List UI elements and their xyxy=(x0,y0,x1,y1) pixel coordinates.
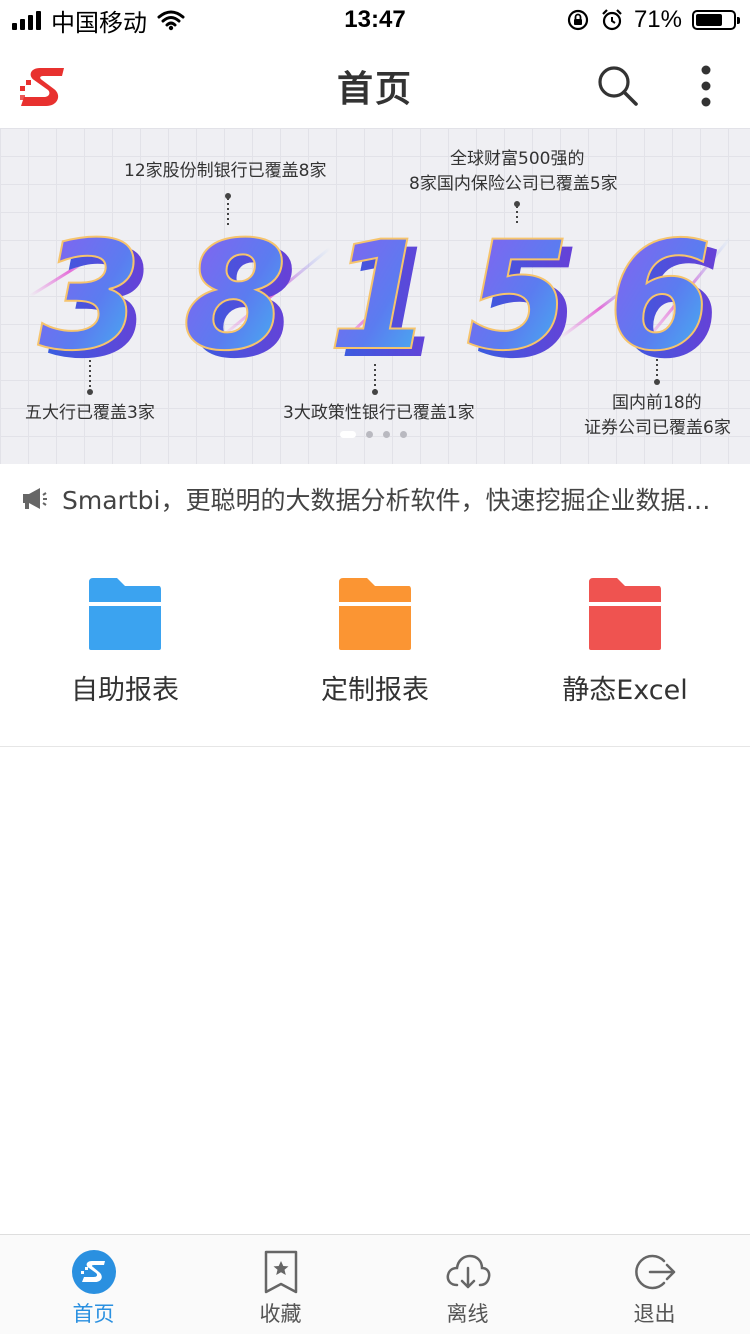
shortcut-static-excel[interactable]: 静态Excel xyxy=(500,570,750,720)
wifi-icon xyxy=(157,10,185,31)
banner-caption: 12家股份制银行已覆盖8家 xyxy=(124,161,327,181)
banner-carousel[interactable]: 3 3 8 8 1 1 5 5 6 6 12家股份制银行已覆盖8家 全球财富50… xyxy=(0,128,750,464)
tab-label: 退出 xyxy=(633,1302,676,1326)
carrier-label: 中国移动 xyxy=(51,9,147,37)
status-left: 中国移动 xyxy=(0,3,185,38)
status-right: 71% xyxy=(566,6,750,34)
home-logo-icon xyxy=(71,1250,116,1294)
banner-digit-1: 1 1 xyxy=(327,209,442,392)
alarm-icon xyxy=(602,9,622,31)
tab-bar: 首页 收藏 离线 退出 xyxy=(0,1234,750,1334)
carousel-dot[interactable] xyxy=(400,431,407,438)
banner-digit-5: 5 5 xyxy=(465,209,580,392)
tab-label: 收藏 xyxy=(259,1302,302,1326)
svg-text:3: 3 xyxy=(38,210,142,384)
megaphone-icon xyxy=(23,488,47,509)
folder-icon xyxy=(589,578,661,650)
folder-icon xyxy=(339,578,411,650)
shortcut-label: 静态Excel xyxy=(562,675,688,706)
svg-text:6: 6 xyxy=(608,210,712,384)
rotation-lock-icon xyxy=(567,9,589,31)
logout-icon xyxy=(634,1254,675,1290)
tab-home[interactable]: 首页 xyxy=(0,1235,187,1335)
shortcut-label: 自助报表 xyxy=(71,675,179,706)
svg-text:5: 5 xyxy=(466,210,570,384)
more-vertical-icon[interactable] xyxy=(690,60,722,112)
banner-digit-6: 6 6 xyxy=(607,209,722,392)
banner-caption: 8家国内保险公司已覆盖5家 xyxy=(409,174,618,194)
shortcut-grid: 自助报表 定制报表 静态Excel xyxy=(0,570,750,720)
notice-text: Smartbi，更聪明的大数据分析软件，快速挖掘企业数据价值 xyxy=(62,486,732,515)
battery-percent: 71% xyxy=(633,6,682,33)
carousel-dot[interactable] xyxy=(340,431,356,438)
search-icon[interactable] xyxy=(596,64,640,108)
banner-caption: 五大行已覆盖3家 xyxy=(25,403,155,423)
banner-digit-8: 8 8 xyxy=(182,209,297,392)
section-divider xyxy=(0,746,750,747)
notice-bar[interactable]: Smartbi，更聪明的大数据分析软件，快速挖掘企业数据价值 xyxy=(0,468,750,530)
tab-logout[interactable]: 退出 xyxy=(561,1235,748,1335)
tab-label: 首页 xyxy=(72,1302,115,1326)
nav-bar: 首页 xyxy=(0,40,750,128)
tab-label: 离线 xyxy=(446,1302,489,1326)
banner-caption: 3大政策性银行已覆盖1家 xyxy=(283,403,475,423)
cloud-download-icon xyxy=(446,1254,490,1289)
carousel-dots[interactable] xyxy=(340,431,407,438)
tab-offline[interactable]: 离线 xyxy=(374,1235,561,1335)
shortcut-label: 定制报表 xyxy=(321,675,429,706)
signal-icon xyxy=(12,10,41,30)
battery-fill xyxy=(696,14,722,26)
banner-digit-3: 3 3 xyxy=(37,209,152,392)
shortcut-self-service-report[interactable]: 自助报表 xyxy=(0,570,250,720)
battery-icon xyxy=(692,10,740,30)
shortcut-custom-report[interactable]: 定制报表 xyxy=(250,570,500,720)
banner-caption: 全球财富500强的 xyxy=(450,149,585,169)
carousel-dot[interactable] xyxy=(383,431,390,438)
status-bar: 中国移动 13:47 71% xyxy=(0,0,750,40)
carousel-dot[interactable] xyxy=(366,431,373,438)
banner-caption: 国内前18的 xyxy=(612,393,702,413)
folder-icon xyxy=(89,578,161,650)
bookmark-icon xyxy=(264,1250,297,1294)
svg-text:1: 1 xyxy=(328,210,432,384)
svg-text:8: 8 xyxy=(183,210,287,384)
tab-favorites[interactable]: 收藏 xyxy=(187,1235,374,1335)
banner-caption: 证券公司已覆盖6家 xyxy=(584,418,731,438)
